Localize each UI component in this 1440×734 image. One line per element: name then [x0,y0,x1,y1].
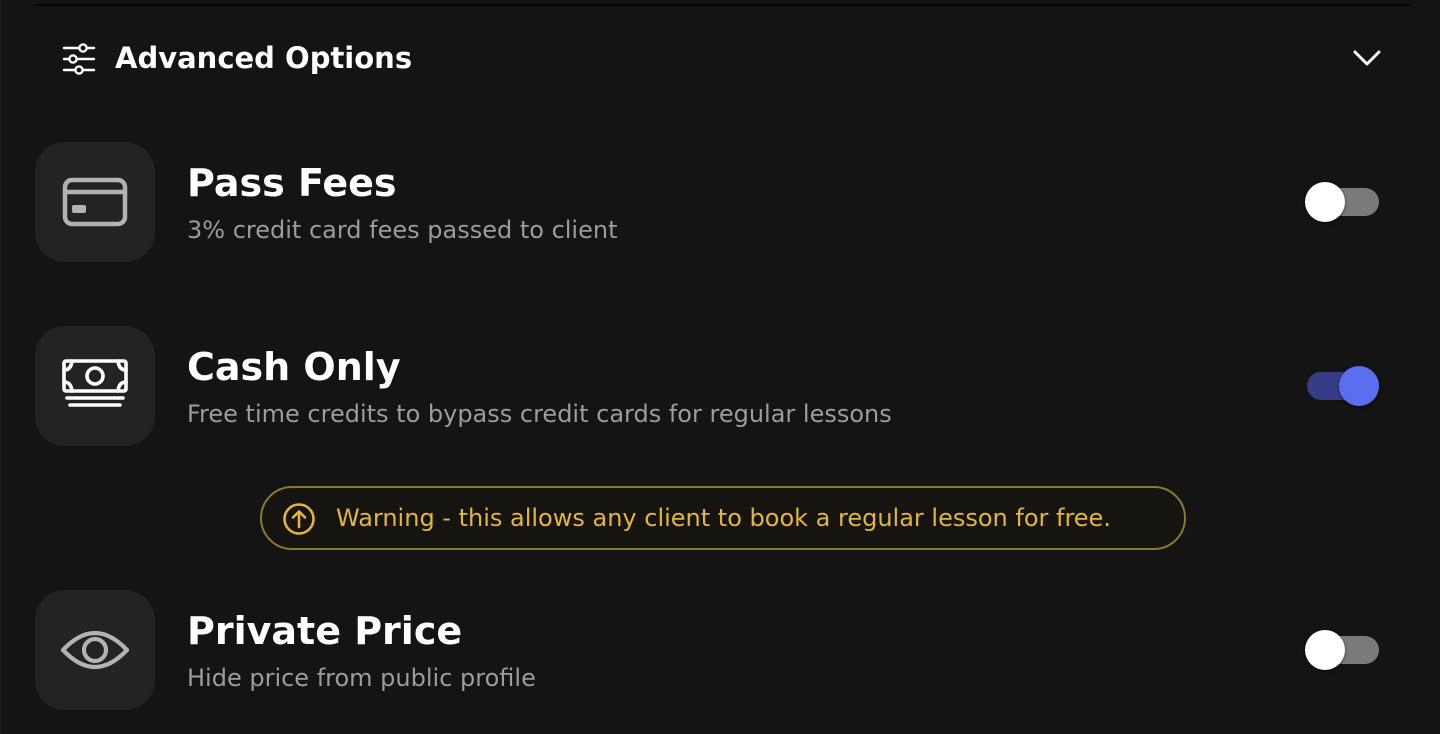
private-price-toggle[interactable] [1305,630,1379,670]
option-description: Free time credits to bypass credit cards… [187,400,892,428]
option-private-price: Private Price Hide price from public pro… [35,590,1411,712]
arrow-up-circle-icon [283,503,315,535]
option-pass-fees: Pass Fees 3% credit card fees passed to … [35,142,1411,264]
divider [35,4,1411,6]
option-title: Pass Fees [187,161,397,205]
toggle-knob [1305,182,1345,222]
icon-tile [35,590,155,710]
section-title: Advanced Options [115,41,413,75]
chevron-down-icon[interactable] [1351,46,1383,70]
toggle-knob [1339,366,1379,406]
advanced-options-panel: Advanced Options Pass Fees 3% credit car… [0,0,1440,734]
option-title: Private Price [187,609,463,653]
option-description: Hide price from public profile [187,664,536,692]
option-title: Cash Only [187,345,401,389]
advanced-options-header[interactable]: Advanced Options [35,18,1411,98]
warning-banner: Warning - this allows any client to book… [260,486,1186,550]
warning-text: Warning - this allows any client to book… [336,504,1111,532]
toggle-knob [1305,630,1345,670]
credit-card-icon [62,177,128,227]
pass-fees-toggle[interactable] [1305,182,1379,222]
cash-only-toggle[interactable] [1307,366,1379,406]
sliders-icon [62,43,96,75]
eye-icon [60,630,130,670]
icon-tile [35,326,155,446]
option-description: 3% credit card fees passed to client [187,216,618,244]
cash-icon [62,359,128,407]
option-cash-only: Cash Only Free time credits to bypass cr… [35,326,1411,448]
icon-tile [35,142,155,262]
